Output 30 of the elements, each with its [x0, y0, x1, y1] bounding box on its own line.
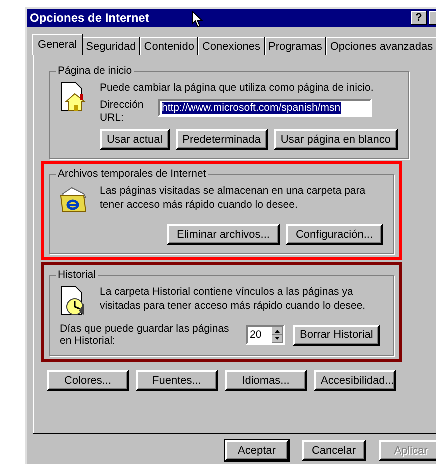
temp-files-button[interactable]: Configuración...	[286, 224, 383, 245]
tab[interactable]: Programas	[264, 37, 326, 55]
home-page-button[interactable]: Usar actual	[100, 129, 170, 150]
appearance-button[interactable]: Fuentes...	[136, 370, 218, 391]
dialog-button[interactable]: Cancelar	[302, 440, 366, 461]
clear-history-button[interactable]: Borrar Historial	[293, 324, 380, 346]
description-text: Las páginas visitadas se almacenan en una carpeta para tener acceso más rápido cuando lo desee.	[100, 184, 367, 212]
dialog-button[interactable]: Aceptar	[225, 440, 289, 461]
address-field[interactable]: http://www.microsoft.com/spanish/msn	[158, 99, 372, 117]
window-title: Opciones de Internet	[30, 11, 150, 25]
tab[interactable]: Contenido	[140, 37, 198, 55]
group-title: Página de inicio	[57, 65, 134, 77]
help-button[interactable]: ?	[411, 11, 427, 25]
days-spinner[interactable]: 20	[246, 325, 285, 345]
tab[interactable]: Seguridad	[82, 37, 140, 55]
home-page-button[interactable]: Predeterminada	[176, 129, 268, 150]
appearance-button[interactable]: Colores...	[47, 370, 129, 391]
appearance-button[interactable]: Idiomas...	[225, 370, 307, 391]
address-label: Dirección URL:	[100, 99, 145, 125]
tab[interactable]: Opciones avanzadas	[326, 37, 436, 55]
tab[interactable]: General	[32, 34, 84, 55]
appearance-button[interactable]: Accesibilidad...	[314, 370, 396, 391]
tab[interactable]: Conexiones	[198, 37, 265, 55]
days-label: Días que puede guardar las páginas en Historial:	[60, 323, 230, 347]
temp-files-button[interactable]: Eliminar archivos...	[167, 224, 280, 245]
group-title: Historial	[57, 269, 97, 281]
description-text: La carpeta Historial contiene vínculos a las páginas ya visitadas para tener acceso más rápido cuando lo desee.	[100, 285, 367, 313]
home-page-button[interactable]: Usar página en blanco	[274, 129, 398, 150]
group-title: Archivos temporales de Internet	[57, 168, 208, 180]
description-text: Puede cambiar la página que utiliza como página de inicio.	[100, 81, 375, 95]
